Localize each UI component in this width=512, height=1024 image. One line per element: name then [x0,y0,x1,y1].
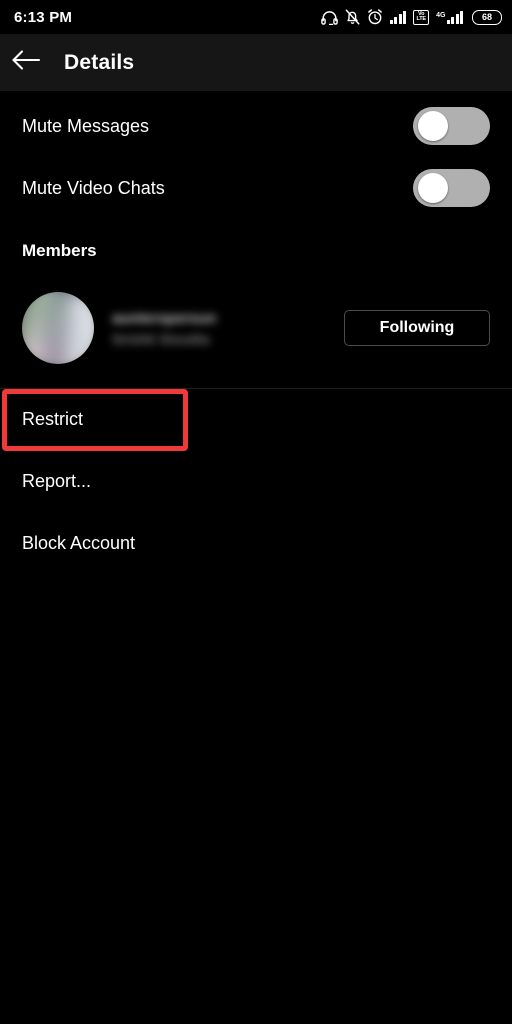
menu-item-report[interactable]: Report... [0,459,512,503]
back-button[interactable] [0,34,52,91]
following-button[interactable]: Following [344,310,490,346]
setting-row-mute-video-chats[interactable]: Mute Video Chats [0,157,512,219]
network-type-label: 4G [436,12,446,19]
app-bar: Details [0,34,512,91]
page-title: Details [64,50,135,74]
volte-bottom-text: LTE [416,16,426,22]
menu-item-block-account[interactable]: Block Account [0,521,512,565]
setting-label-mute-video-chats: Mute Video Chats [22,177,165,198]
bell-muted-icon [345,9,360,25]
back-arrow-icon [11,49,41,76]
battery-icon: 68 [472,9,502,25]
toggle-mute-messages[interactable] [413,107,490,145]
avatar-image [22,292,94,364]
menu-item-restrict[interactable]: Restrict [0,397,512,441]
toggle-knob [418,173,448,203]
data-signal-bars-icon [446,10,463,24]
member-list-item[interactable]: aunterspersun Srishti Sisodia Following [0,291,512,365]
toggle-mute-video-chats[interactable] [413,169,490,207]
setting-label-mute-messages: Mute Messages [22,115,150,136]
signal-bars-icon [389,10,407,24]
toggle-knob [418,111,448,141]
mobile-data-4g-icon: 4G [436,10,463,24]
status-bar: 6:13 PM Vo LTE 4G 68 [0,0,512,34]
section-header-members: Members [22,241,97,260]
phone-screen: 6:13 PM Vo LTE 4G 68 Details Mute Messag… [0,0,512,1024]
status-clock: 6:13 PM [14,8,73,26]
details-content: Mute Messages Mute Video Chats Members a… [0,91,512,1024]
member-fullname: Srishti Sisodia [112,330,210,347]
headset-icon [320,10,338,25]
member-name-block: aunterspersun Srishti Sisodia [112,311,216,346]
setting-row-mute-messages[interactable]: Mute Messages [0,95,512,157]
member-username: aunterspersun [112,309,217,327]
volte-icon: Vo LTE [413,9,430,25]
avatar [22,292,94,364]
battery-level-label: 68 [481,11,492,22]
alarm-clock-icon [367,9,383,25]
status-icon-tray: Vo LTE 4G 68 [320,9,502,25]
section-divider [0,388,512,389]
